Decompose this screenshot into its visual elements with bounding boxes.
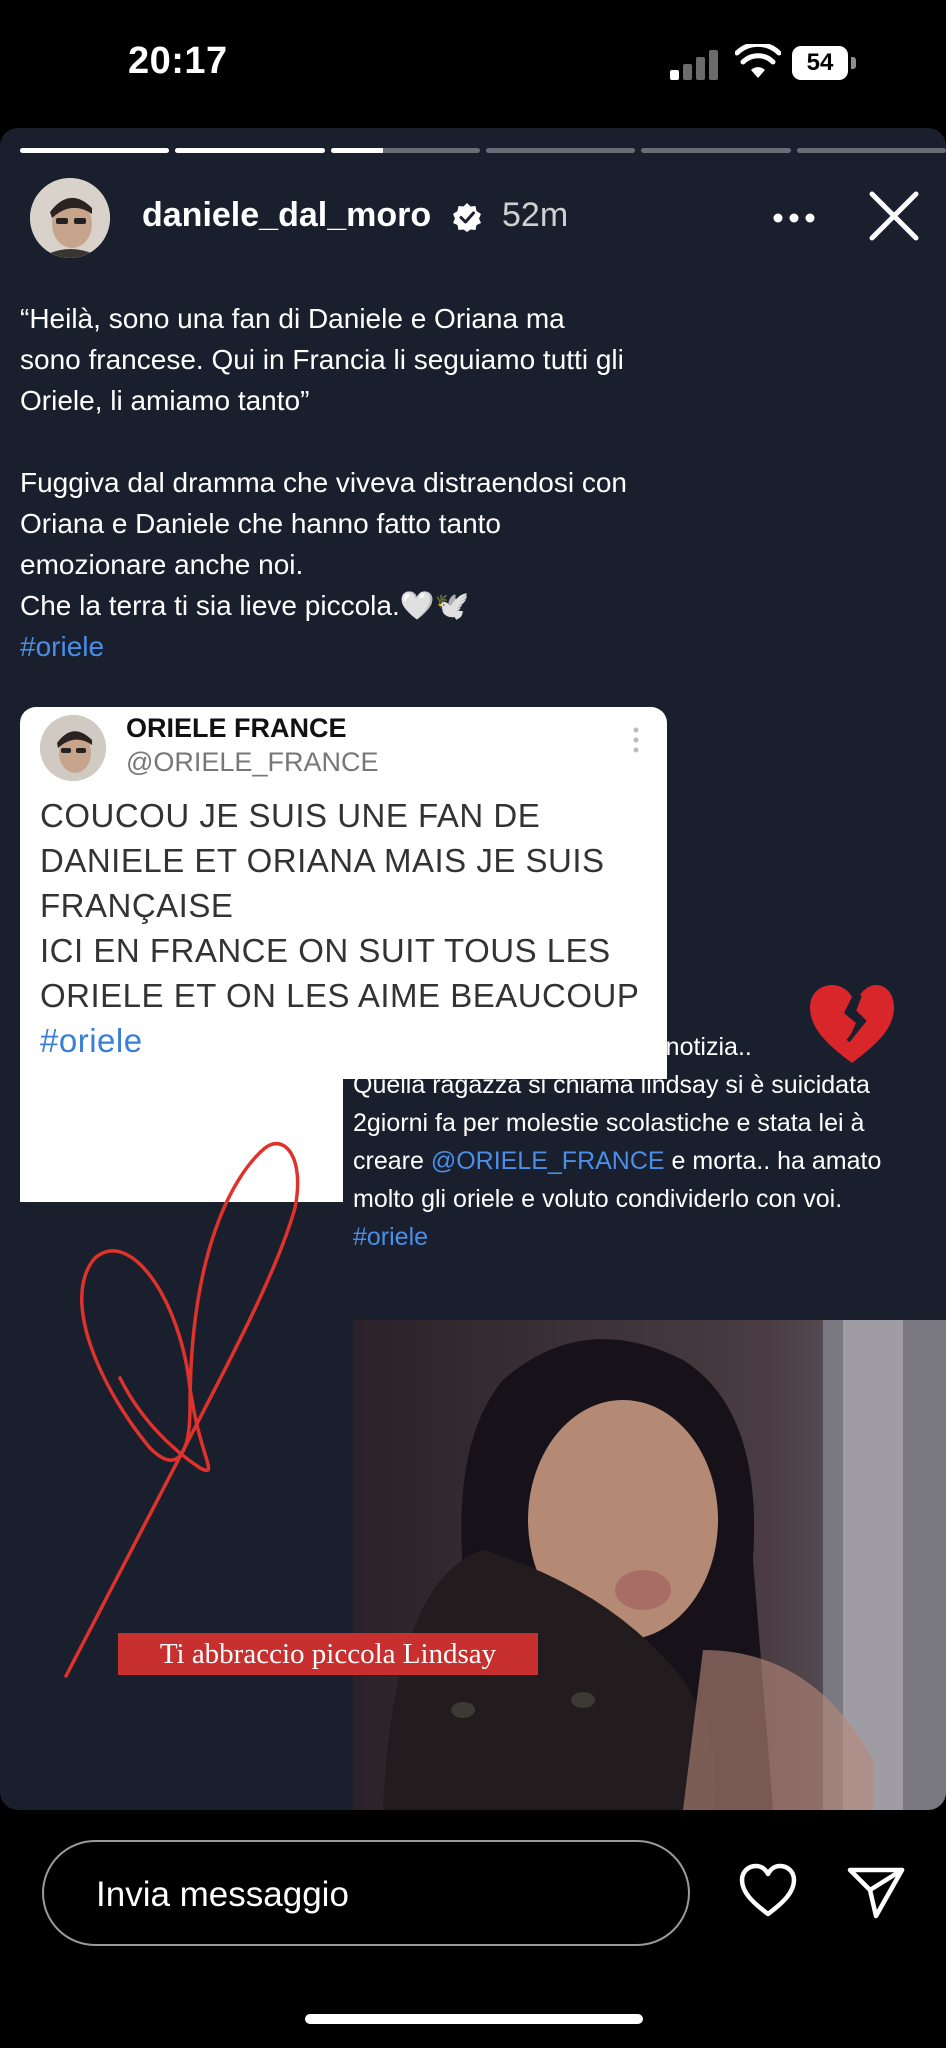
tweet-line: ORIELE ET ON LES AIME BEAUCOUP <box>40 977 640 1014</box>
tweet-line: COUCOU JE SUIS UNE FAN DE <box>40 797 541 834</box>
story-time-ago: 52m <box>502 196 569 234</box>
story-photo <box>353 1320 946 1810</box>
notice-line: 2giorni fa per molestie scolastiche e st… <box>353 1109 865 1137</box>
notice-text: e morta.. ha amato <box>664 1147 882 1175</box>
progress-segment <box>641 148 791 153</box>
tweet-line: ICI EN FRANCE ON SUIT TOUS LES <box>40 932 611 969</box>
notice-hashtag[interactable]: #oriele <box>353 1218 933 1256</box>
caption-line: emozionare anche noi. <box>20 549 304 580</box>
battery-icon: 54 <box>792 46 858 80</box>
verified-badge-icon <box>453 203 481 232</box>
heart-drawing <box>64 1141 300 1678</box>
notice-line: Quella ragazza si chiama lindsay si è su… <box>353 1071 870 1099</box>
caption-line: Che la terra ti sia lieve piccola.🤍🕊️ <box>20 590 470 621</box>
more-options-icon[interactable] <box>772 212 816 224</box>
caption-line: “Heilà, sono una fan di Daniele e Oriana… <box>20 303 565 334</box>
story-notice-text: Allora ragazzi ho una brutta notizia.. Q… <box>353 1028 933 1256</box>
avatar[interactable] <box>30 178 110 258</box>
story-header: daniele_dal_moro 52m <box>0 172 946 262</box>
tweet-name: ORIELE FRANCE <box>126 713 347 743</box>
tweet-more-icon <box>633 727 639 753</box>
tweet-line: DANIELE ET ORIANA MAIS JE SUIS <box>40 842 605 879</box>
story-caption: “Heilà, sono una fan di Daniele e Oriana… <box>20 298 920 667</box>
caption-hashtag[interactable]: #oriele <box>20 626 920 667</box>
progress-segment <box>796 148 946 153</box>
home-indicator[interactable] <box>305 2014 643 2024</box>
progress-segment <box>175 148 325 153</box>
tweet-handle: @ORIELE_FRANCE <box>126 747 379 777</box>
like-heart-icon[interactable] <box>738 1862 798 1918</box>
progress-segment <box>486 148 636 153</box>
notice-line: molto gli oriele e voluto condividerlo c… <box>353 1185 843 1213</box>
caption-line: sono francese. Qui in Francia li seguiam… <box>20 344 624 375</box>
memorial-banner: Ti abbraccio piccola Lindsay <box>118 1633 538 1675</box>
caption-line: Fuggiva dal dramma che viveva distraendo… <box>20 467 627 498</box>
cellular-signal-icon <box>670 48 720 80</box>
tweet-line: FRANÇAISE <box>40 887 234 924</box>
story-progress <box>20 148 946 153</box>
send-icon[interactable] <box>846 1864 906 1920</box>
status-bar: 20:17 54 <box>0 0 946 128</box>
progress-segment <box>330 148 480 153</box>
status-time: 20:17 <box>128 40 228 82</box>
mention-link[interactable]: @ORIELE_FRANCE <box>431 1147 665 1175</box>
caption-line: Oriana e Daniele che hanno fatto tanto <box>20 508 502 539</box>
caption-line: Oriele, li amiamo tanto” <box>20 385 310 416</box>
progress-segment <box>20 148 170 153</box>
notice-line: Allora ragazzi ho una brutta notizia.. <box>353 1033 752 1061</box>
tweet-body: COUCOU JE SUIS UNE FAN DE DANIELE ET ORI… <box>40 793 639 1063</box>
notice-line: creare @ORIELE_FRANCE e morta.. ha amato <box>353 1142 933 1180</box>
tweet-avatar <box>40 715 106 781</box>
close-icon[interactable] <box>866 188 922 244</box>
story-username[interactable]: daniele_dal_moro <box>142 196 431 235</box>
tweet-card: ORIELE FRANCE @ORIELE_FRANCE COUCOU JE S… <box>20 707 667 1079</box>
story-card[interactable]: daniele_dal_moro 52m “Heilà, sono una fa… <box>0 128 946 1810</box>
notice-text: creare <box>353 1147 431 1175</box>
message-input[interactable] <box>94 1872 638 1918</box>
message-box[interactable] <box>42 1840 690 1946</box>
wifi-icon <box>735 44 781 78</box>
battery-level: 54 <box>792 46 848 80</box>
